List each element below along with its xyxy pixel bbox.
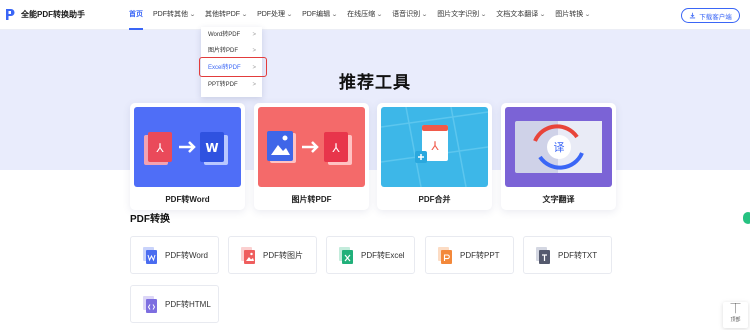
tool-card-label: PDF合并 <box>418 195 451 204</box>
chevron-right-icon: > <box>252 82 256 88</box>
txt-doc-icon <box>536 246 550 264</box>
chevron-down-icon: ⌄ <box>331 12 338 18</box>
chat-bubble-icon[interactable] <box>743 212 750 224</box>
chevron-down-icon: ⌄ <box>286 12 293 18</box>
nav-item-online-compress[interactable]: 在线压缩⌄ <box>342 0 387 30</box>
convert-item-pdf-to-image[interactable]: PDF转图片 <box>228 236 317 274</box>
convert-item-label: PDF转PPT <box>460 250 500 260</box>
nav-item-other-to-pdf[interactable]: 其他转PDF⌄ <box>200 0 252 30</box>
app-title: 全能PDF转换助手 <box>21 10 85 19</box>
svg-text:译: 译 <box>554 141 565 154</box>
back-to-top-label: 顶部 <box>730 317 741 323</box>
top-header: 全能PDF转换助手 首页 PDF转其他⌄ 其他转PDF⌄ PDF处理⌄ PDF编… <box>0 0 750 30</box>
back-to-top-button[interactable]: ⏉ 顶部 <box>723 302 748 328</box>
image-to-pdf-illustration: ⅄ <box>258 107 365 187</box>
nav-item-home[interactable]: 首页 <box>124 0 148 30</box>
dropdown-item-ppt-to-pdf[interactable]: PPT转PDF > <box>201 78 262 92</box>
download-label: 下载客户端 <box>699 13 732 21</box>
convert-item-pdf-to-word[interactable]: PDF转Word <box>130 236 219 274</box>
chevron-down-icon: ⌄ <box>189 12 196 18</box>
convert-item-pdf-to-html[interactable]: PDF转HTML <box>130 285 219 323</box>
main-nav: 首页 PDF转其他⌄ 其他转PDF⌄ PDF处理⌄ PDF编辑⌄ 在线压缩⌄ 语… <box>124 0 595 30</box>
pdf-merge-illustration: ⅄ <box>381 107 488 187</box>
dropdown-item-word-to-pdf[interactable]: Word转PDF > <box>201 28 262 42</box>
convert-item-label: PDF转Word <box>165 250 208 260</box>
html-doc-icon <box>143 295 157 313</box>
dropdown-item-label: 图片转PDF <box>208 48 239 54</box>
chevron-down-icon: ⌄ <box>584 12 592 18</box>
nav-label: 语音识别 <box>392 11 421 18</box>
svg-text:⅄: ⅄ <box>155 141 164 155</box>
nav-label: PDF编辑 <box>302 11 331 18</box>
image-doc-icon <box>241 246 255 264</box>
nav-label: 其他转PDF <box>205 11 241 18</box>
tool-card-label: 文字翻译 <box>542 195 575 204</box>
pdf-to-word-illustration: ⅄ W <box>134 107 241 187</box>
nav-item-image-ocr[interactable]: 图片文字识别⌄ <box>432 0 491 30</box>
tool-card-text-translate[interactable]: 译 文字翻译 <box>501 103 616 210</box>
download-client-button[interactable]: 下载客户端 <box>681 8 740 23</box>
chevron-down-icon: ⌄ <box>376 12 383 18</box>
chevron-down-icon: ⌄ <box>421 12 428 18</box>
download-icon <box>690 12 696 19</box>
selection-highlight-box <box>199 57 267 77</box>
convert-item-pdf-to-txt[interactable]: PDF转TXT <box>523 236 612 274</box>
svg-text:W: W <box>205 141 218 155</box>
nav-item-pdf-to-other[interactable]: PDF转其他⌄ <box>148 0 200 30</box>
arrow-up-icon: ⏉ <box>730 304 741 315</box>
chevron-down-icon: ⌄ <box>241 12 248 18</box>
tool-card-label: PDF转Word <box>165 195 210 204</box>
chevron-right-icon: > <box>252 32 256 38</box>
nav-item-pdf-edit[interactable]: PDF编辑⌄ <box>297 0 342 30</box>
chevron-right-icon: > <box>252 48 256 54</box>
ppt-doc-icon <box>438 246 452 264</box>
svg-text:⅄: ⅄ <box>430 139 439 153</box>
convert-item-label: PDF转Excel <box>361 250 405 260</box>
convert-item-label: PDF转TXT <box>558 250 598 260</box>
nav-item-doc-translate[interactable]: 文档文本翻译⌄ <box>491 0 550 30</box>
convert-item-pdf-to-ppt[interactable]: PDF转PPT <box>425 236 514 274</box>
nav-item-image-convert[interactable]: 图片转换⌄ <box>550 0 595 30</box>
app-logo[interactable]: 全能PDF转换助手 <box>5 8 85 21</box>
chevron-down-icon: ⌄ <box>539 12 547 18</box>
dropdown-item-label: PPT转PDF <box>208 82 238 88</box>
nav-label: 首页 <box>129 11 143 18</box>
svg-text:⅄: ⅄ <box>331 141 340 155</box>
nav-label: PDF转其他 <box>153 11 188 18</box>
nav-label: PDF处理 <box>257 11 286 18</box>
word-doc-icon <box>143 246 157 264</box>
chevron-down-icon: ⌄ <box>480 12 487 18</box>
nav-label: 图片文字识别 <box>437 11 480 18</box>
convert-item-pdf-to-excel[interactable]: PDF转Excel <box>326 236 415 274</box>
excel-doc-icon <box>339 246 353 264</box>
dropdown-item-label: Word转PDF <box>208 32 241 38</box>
nav-item-pdf-process[interactable]: PDF处理⌄ <box>252 0 297 30</box>
convert-item-label: PDF转图片 <box>263 250 303 260</box>
tool-card-label: 图片转PDF <box>291 195 332 204</box>
dropdown-item-image-to-pdf[interactable]: 图片转PDF > <box>201 44 262 58</box>
section-title-pdf-convert: PDF转换 <box>130 214 170 225</box>
nav-label: 在线压缩 <box>347 11 376 18</box>
logo-icon <box>5 8 15 21</box>
convert-item-label: PDF转HTML <box>165 299 211 309</box>
hero-banner <box>0 30 750 170</box>
nav-label: 文档文本翻译 <box>496 11 539 18</box>
hero-title: 推荐工具 <box>339 73 411 92</box>
nav-label: 图片转换 <box>555 11 584 18</box>
nav-item-speech-recognition[interactable]: 语音识别⌄ <box>387 0 432 30</box>
tool-card-pdf-to-word[interactable]: ⅄ W PDF转Word <box>130 103 245 210</box>
tool-card-pdf-merge[interactable]: ⅄ PDF合并 <box>377 103 492 210</box>
text-translate-illustration: 译 <box>505 107 612 187</box>
tool-card-image-to-pdf[interactable]: ⅄ 图片转PDF <box>254 103 369 210</box>
